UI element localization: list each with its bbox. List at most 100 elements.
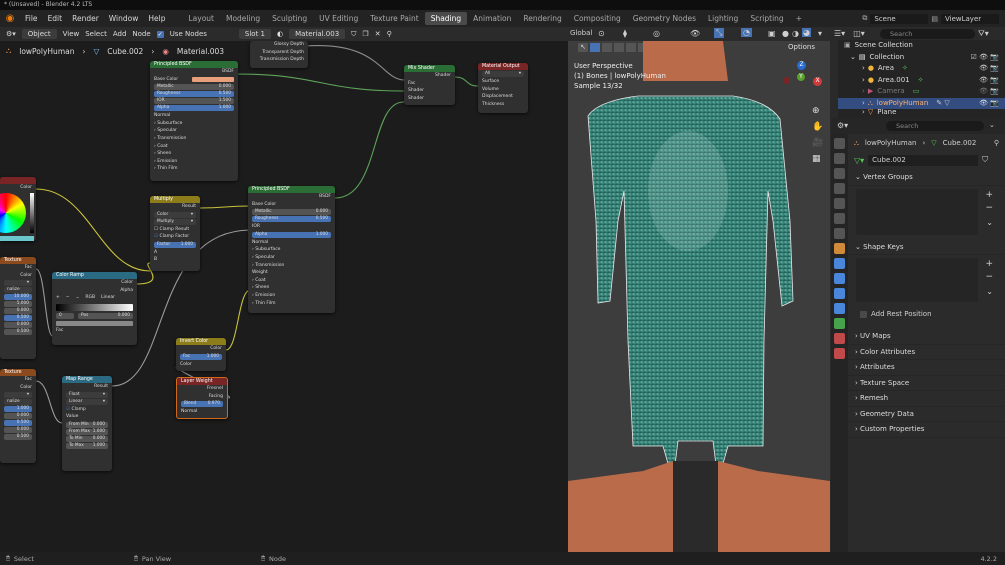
panel-subsurface[interactable]: › Subsurface (150, 120, 238, 128)
color-ramp-gradient[interactable] (56, 303, 133, 311)
section-remesh[interactable]: › Remesh (848, 391, 1005, 407)
data-type-dropdown[interactable]: Float ▾ (66, 391, 108, 398)
color-swatch[interactable] (0, 236, 34, 241)
fake-user-icon[interactable]: ⛉ (982, 155, 988, 165)
field-fac[interactable]: Fac 1.000 (180, 353, 222, 360)
workspace-tab-layout[interactable]: Layout (182, 12, 220, 25)
gizmo-neg-x[interactable] (783, 77, 790, 84)
tex-field-5[interactable]: 0.500 (4, 434, 32, 441)
shape-keys-list[interactable] (856, 258, 978, 302)
overlay-toggle-icon[interactable]: ◔ (741, 28, 752, 37)
workspace-tab-modeling[interactable]: Modeling (220, 12, 266, 25)
interpolation-dropdown[interactable]: Linear ▾ (66, 398, 108, 405)
panel-coat[interactable]: › Coat (248, 277, 335, 285)
tex-field-1[interactable]: 10.000 (4, 294, 32, 301)
zoom-icon[interactable]: ⊕ (812, 106, 823, 116)
outliner-editor-icon[interactable]: ☰▾ (834, 29, 845, 38)
unlink-material-icon[interactable]: ✕ (375, 30, 381, 38)
panel-sheen[interactable]: › Sheen (248, 284, 335, 292)
row-visibility-icons[interactable]: 👁 📷 (979, 98, 999, 110)
row-visibility-icons[interactable]: 👁 📷 (979, 86, 999, 98)
menu-file[interactable]: File (20, 14, 43, 23)
rendered-shading-icon[interactable]: ◕ (802, 28, 811, 37)
layer-weight-node[interactable]: Layer Weight Fresnel Facing Blend 0.970 N… (176, 377, 228, 419)
particles-tab-icon[interactable] (834, 273, 845, 284)
shading-options-icon[interactable]: ▾ (818, 29, 822, 38)
panel-specular[interactable]: › Specular (150, 127, 238, 135)
scene-selector[interactable]: Scene (870, 13, 929, 24)
display-mode-icon[interactable]: ◫▾ (853, 29, 865, 38)
remove-shape-key-icon[interactable]: − (985, 272, 993, 282)
properties-editor-icon[interactable]: ⚙▾ (837, 121, 848, 130)
expand-icon[interactable]: ⌄ (850, 52, 856, 64)
properties-options-icon[interactable]: ⌄ (989, 121, 995, 129)
material-preview-icon[interactable]: ◑ (792, 29, 799, 38)
material-tab-icon[interactable] (834, 333, 845, 344)
material-name-field[interactable]: Material.003 (289, 29, 346, 39)
tex-field-4[interactable]: 0.000 (4, 427, 32, 434)
world-tab-icon[interactable] (834, 213, 845, 224)
base-color-swatch[interactable] (192, 77, 234, 83)
workspace-tab-geometry-nodes[interactable]: Geometry Nodes (627, 12, 702, 25)
map-range-node[interactable]: Map Range Result Float ▾ Linear ▾ ☑ Clamp … (62, 376, 112, 471)
clamp-factor-checkbox[interactable]: ☑ Clamp Factor (150, 233, 200, 241)
panel-specular[interactable]: › Specular (248, 254, 335, 262)
tex-field-6[interactable]: 0.500 (4, 329, 32, 336)
outliner-row-collection[interactable]: ⌄ ▤ Collection ☑ 👁 📷 (838, 52, 1005, 64)
breadcrumb-material[interactable]: Material.003 (177, 47, 224, 56)
panel-emission[interactable]: › Emission (150, 158, 238, 166)
menu-select[interactable]: Select (85, 30, 107, 38)
outliner-row-area[interactable]: › ● Area ✧ 👁 📷 (838, 63, 1005, 75)
vertex-group-specials-icon[interactable]: ⌄ (986, 218, 993, 227)
expand-icon[interactable]: › (862, 98, 865, 110)
collection-visibility-icons[interactable]: ☑ 👁 📷 (971, 52, 999, 64)
field-to-max[interactable]: To Max 1.000 (66, 442, 108, 449)
vertex-groups-list[interactable] (856, 188, 978, 235)
row-visibility-icons[interactable]: 👁 📷 (979, 75, 999, 87)
principled-bsdf-node-1[interactable]: Principled BSDF BSDF Base Color Metallic… (150, 61, 238, 181)
menu-view[interactable]: View (63, 30, 80, 38)
field-blend[interactable]: Blend 0.970 (181, 401, 223, 408)
expand-icon[interactable]: › (862, 75, 865, 87)
proportional-edit-icon[interactable]: ◎ (653, 29, 660, 38)
remove-vertex-group-icon[interactable]: − (985, 203, 993, 213)
tex-dropdown-2[interactable]: nalize (4, 287, 32, 294)
menu-edit[interactable]: Edit (43, 14, 68, 23)
navigation-gizmo[interactable]: Z X Y (783, 61, 823, 101)
expand-icon[interactable]: › (862, 63, 865, 75)
tex-field-3[interactable]: 0.500 (4, 420, 32, 427)
render-tab-icon[interactable] (834, 153, 845, 164)
collection-tab-icon[interactable] (834, 228, 845, 239)
fake-user-icon[interactable]: ⛉ (351, 30, 356, 39)
panel-emission[interactable]: › Emission (248, 292, 335, 300)
pivot-icon[interactable]: ⊙ (598, 29, 605, 38)
field-from-min[interactable]: From Min 0.000 (66, 421, 108, 428)
snap-icon[interactable]: ⧫ (623, 29, 627, 38)
ortho-grid-icon[interactable]: ▦ (812, 154, 823, 164)
add-workspace-icon[interactable]: + (790, 12, 808, 25)
node-editor-canvas[interactable]: ⛬ lowPolyHuman › ▽ Cube.002 › ◉ Material… (0, 41, 568, 552)
menu-add[interactable]: Add (113, 30, 127, 38)
output-tab-icon[interactable] (834, 168, 845, 179)
add-rest-position-row[interactable]: Add Rest Position (848, 307, 1005, 321)
use-nodes-checkbox[interactable]: ✓ (156, 30, 164, 38)
tex-dropdown-1[interactable]: ▾ (4, 280, 32, 287)
blend-mode-dropdown[interactable]: Multiply ▾ (154, 218, 196, 225)
field-ior[interactable]: IOR 1.500 (154, 98, 234, 105)
object-tab-icon[interactable] (834, 243, 845, 254)
panel-coat[interactable]: › Coat (150, 143, 238, 151)
field-factor[interactable]: Factor 1.000 (154, 241, 196, 248)
scene-icon[interactable]: ⧉ (859, 14, 870, 23)
shape-key-specials-icon[interactable]: ⌄ (986, 287, 993, 296)
field-to-min[interactable]: To Min 0.000 (66, 435, 108, 442)
panel-transmission[interactable]: › Transmission (248, 262, 335, 270)
section-texture-space[interactable]: › Texture Space (848, 376, 1005, 391)
outliner-row-scene-collection[interactable]: ▣ Scene Collection (838, 40, 1005, 52)
visibility-icon[interactable]: 👁 (690, 29, 700, 38)
duplicate-material-icon[interactable]: ❐ (362, 30, 368, 38)
color-wheel[interactable] (0, 193, 26, 233)
expand-icon[interactable]: › (862, 109, 865, 117)
mix-shader-node[interactable]: Mix Shader Shader Fac Shader Shader (404, 65, 455, 105)
editor-type-icon[interactable]: ⚙▾ (6, 30, 16, 38)
tex-field-1[interactable]: 1.000 (4, 406, 32, 413)
